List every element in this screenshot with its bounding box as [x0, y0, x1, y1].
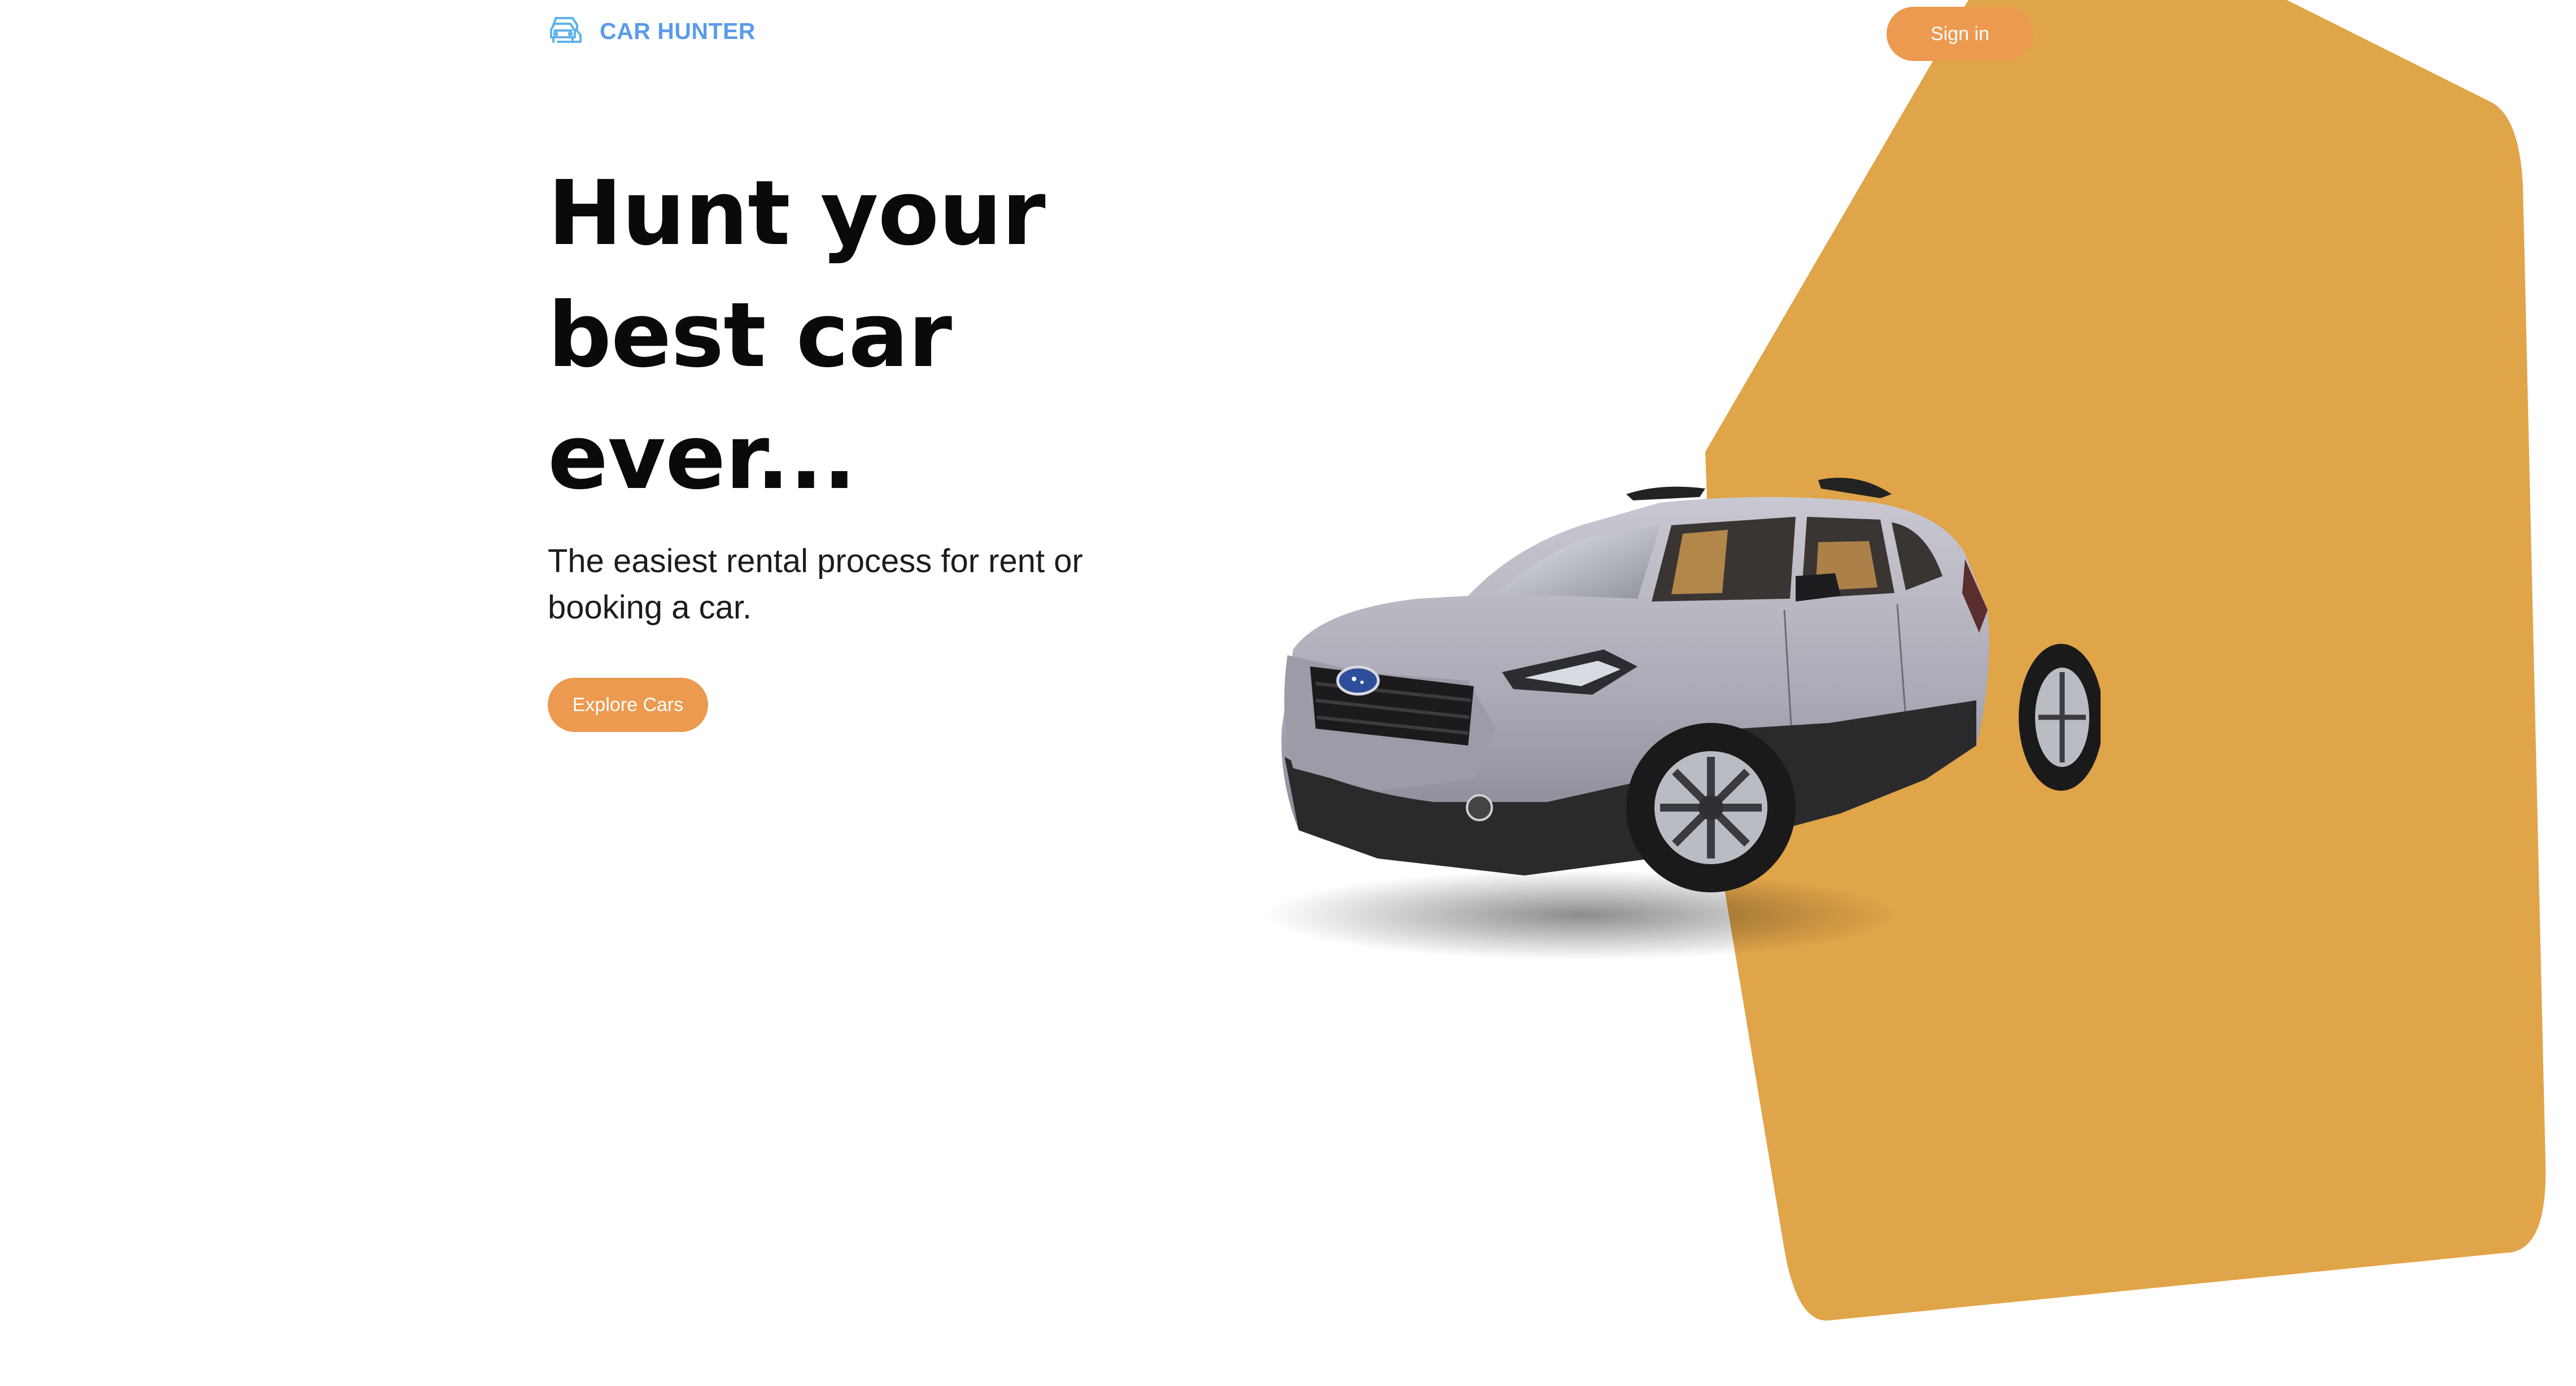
navbar: CAR HUNTER Sign in	[0, 0, 2576, 68]
brand-name: CAR HUNTER	[600, 18, 756, 44]
hero-subtitle-line-1: The easiest rental process for rent or	[548, 543, 1083, 579]
hero-title-line-2: best car	[548, 284, 952, 387]
hero-title-line-1: Hunt your	[548, 162, 1046, 265]
brand-logo-link[interactable]: CAR HUNTER	[548, 12, 756, 50]
cars-icon	[550, 17, 582, 43]
hero-title: Hunt your best car ever...	[548, 152, 1046, 518]
sign-in-button[interactable]: Sign in	[1887, 7, 2033, 61]
car-image	[1265, 477, 2101, 960]
landing-page: CAR HUNTER Sign in Hunt your best car ev…	[0, 0, 2576, 1386]
hero-subtitle: The easiest rental process for rent or b…	[548, 538, 1112, 631]
hero-title-line-3: ever...	[548, 406, 857, 509]
explore-cars-button[interactable]: Explore Cars	[548, 678, 708, 732]
hero-subtitle-line-2: booking a car.	[548, 589, 752, 626]
